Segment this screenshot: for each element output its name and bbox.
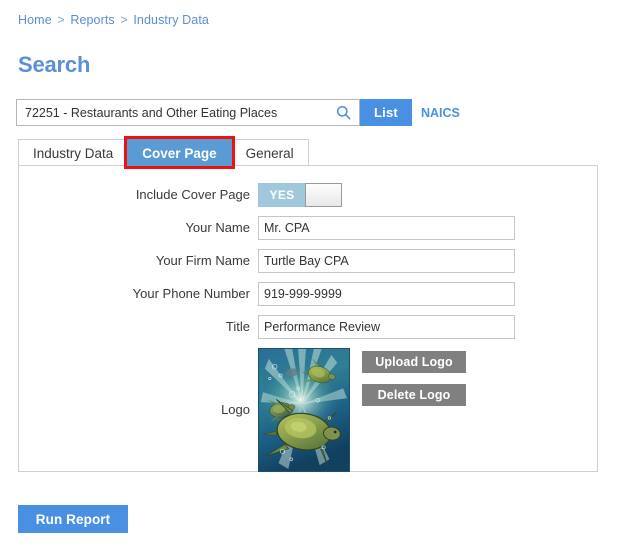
include-cover-page-toggle[interactable]: YES	[258, 183, 342, 207]
tab-bar-filler	[307, 139, 598, 166]
title-label: Title	[225, 319, 250, 334]
cover-page-panel: Include Cover Page YES Your Name Mr. CPA…	[18, 165, 598, 472]
title-field: Performance Review	[258, 315, 597, 339]
your-firm-name-label: Your Firm Name	[155, 253, 250, 268]
form-row-your-firm-name: Your Firm Name Turtle Bay CPA	[19, 249, 597, 273]
page-title: Search	[18, 52, 91, 77]
breadcrumb-separator: >	[120, 13, 128, 27]
your-phone-number-label: Your Phone Number	[132, 286, 250, 301]
logo-label: Logo	[221, 402, 250, 417]
form-row-your-phone-number: Your Phone Number 919-999-9999	[19, 282, 597, 306]
form-row-title: Title Performance Review	[19, 315, 597, 339]
search-input-value: 72251 - Restaurants and Other Eating Pla…	[25, 105, 278, 120]
logo-field: Upload Logo Delete Logo	[258, 348, 597, 472]
naics-link[interactable]: NAICS	[421, 99, 460, 126]
your-phone-number-input[interactable]: 919-999-9999	[258, 282, 515, 306]
tab-industry-data[interactable]: Industry Data	[18, 139, 129, 166]
your-firm-name-field: Turtle Bay CPA	[258, 249, 597, 273]
search-input[interactable]: 72251 - Restaurants and Other Eating Pla…	[16, 99, 360, 126]
breadcrumb: Home > Reports > Industry Data	[18, 13, 209, 27]
logo-buttons: Upload Logo Delete Logo	[362, 348, 466, 417]
your-name-label: Your Name	[185, 220, 250, 235]
form-row-include-cover-page: Include Cover Page YES	[19, 183, 597, 207]
upload-logo-button[interactable]: Upload Logo	[362, 351, 466, 373]
your-firm-name-input[interactable]: Turtle Bay CPA	[258, 249, 515, 273]
breadcrumb-separator: >	[57, 13, 65, 27]
search-row: 72251 - Restaurants and Other Eating Pla…	[16, 99, 460, 126]
include-cover-page-field: YES	[258, 183, 597, 207]
breadcrumb-item-home[interactable]: Home	[18, 13, 52, 27]
breadcrumb-item-reports[interactable]: Reports	[70, 13, 114, 27]
form-row-your-name: Your Name Mr. CPA	[19, 216, 597, 240]
your-name-field: Mr. CPA	[258, 216, 597, 240]
include-cover-page-label: Include Cover Page	[135, 187, 250, 202]
logo-image	[258, 348, 350, 472]
tab-cover-page[interactable]: Cover Page	[127, 139, 232, 166]
toggle-knob[interactable]	[305, 183, 342, 207]
search-icon[interactable]	[335, 105, 351, 121]
delete-logo-button[interactable]: Delete Logo	[362, 384, 466, 406]
cover-page-form: Include Cover Page YES Your Name Mr. CPA…	[19, 166, 597, 481]
tab-general[interactable]: General	[230, 139, 309, 166]
toggle-on-label: YES	[258, 183, 305, 207]
tab-bar: Industry Data Cover Page General	[18, 139, 598, 166]
list-button[interactable]: List	[360, 99, 412, 126]
your-phone-number-field: 919-999-9999	[258, 282, 597, 306]
run-report-button[interactable]: Run Report	[18, 505, 128, 533]
breadcrumb-item-industry-data[interactable]: Industry Data	[133, 13, 209, 27]
title-input[interactable]: Performance Review	[258, 315, 515, 339]
your-name-input[interactable]: Mr. CPA	[258, 216, 515, 240]
form-row-logo: Logo Upload Logo Delete Logo	[19, 348, 597, 472]
